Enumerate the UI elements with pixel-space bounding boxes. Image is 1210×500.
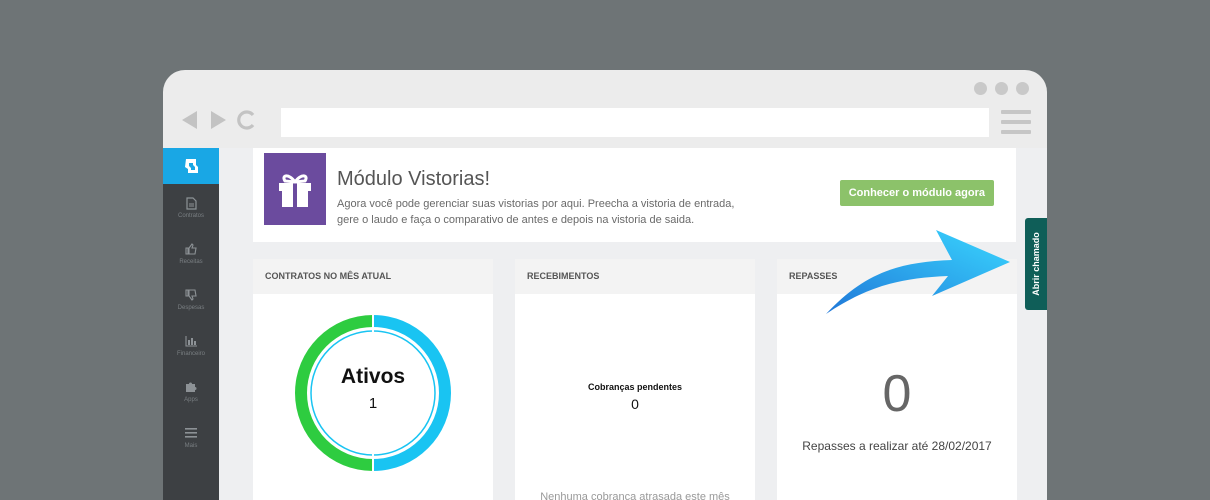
window-controls bbox=[974, 82, 1029, 95]
forward-icon[interactable] bbox=[209, 110, 227, 130]
address-bar[interactable] bbox=[281, 108, 989, 137]
puzzle-icon bbox=[184, 380, 198, 394]
thumbs-down-icon bbox=[184, 288, 198, 302]
sidebar-item-mais[interactable]: Mais bbox=[163, 426, 219, 460]
window-dot[interactable] bbox=[1016, 82, 1029, 95]
contracts-card: CONTRATOS NO MÊS ATUAL Ativos 1 bbox=[253, 259, 493, 500]
gift-icon bbox=[264, 153, 326, 225]
sidebar-item-label: Financeiro bbox=[176, 351, 205, 357]
open-ticket-tab[interactable]: Abrir chamado bbox=[1025, 218, 1047, 310]
sidebar-item-receitas[interactable]: Receitas bbox=[163, 242, 219, 276]
browser-nav bbox=[181, 110, 257, 130]
contracts-donut-chart: Ativos 1 bbox=[295, 315, 451, 471]
donut-label: Ativos bbox=[340, 365, 406, 388]
window-dot[interactable] bbox=[974, 82, 987, 95]
sidebar-item-apps[interactable]: Apps bbox=[163, 380, 219, 414]
pointer-arrow bbox=[826, 230, 1010, 314]
sidebar-item-label: Contratos bbox=[177, 213, 204, 219]
pending-charges-value: 0 bbox=[631, 396, 639, 412]
thumbs-up-icon bbox=[184, 242, 198, 256]
pending-charges-label: Cobranças pendentes bbox=[587, 382, 683, 392]
sidebar-item-label: Receitas bbox=[179, 259, 203, 265]
sidebar-item-label: Despesas bbox=[177, 305, 205, 311]
open-ticket-label: Abrir chamado bbox=[1031, 232, 1041, 296]
bar-chart-icon bbox=[184, 334, 198, 348]
browser-menu-icon[interactable] bbox=[1001, 110, 1031, 134]
sidebar-item-label: Mais bbox=[184, 443, 198, 449]
sidebar-item-label: Apps bbox=[184, 397, 198, 403]
overdue-message: Nenhuma cobrança atrasada este mês bbox=[540, 491, 730, 500]
sidebar-item-despesas[interactable]: Despesas bbox=[163, 288, 219, 322]
card-title: RECEBIMENTOS bbox=[515, 259, 755, 294]
window-dot[interactable] bbox=[995, 82, 1008, 95]
menu-icon bbox=[184, 426, 198, 440]
receipts-card: RECEBIMENTOS Cobranças pendentes 0 Nenhu… bbox=[515, 259, 755, 500]
document-icon bbox=[184, 196, 198, 210]
sidebar: Contratos Receitas Despesas Financeiro A… bbox=[163, 148, 219, 500]
card-title: CONTRATOS NO MÊS ATUAL bbox=[253, 259, 493, 294]
donut-value: 1 bbox=[368, 395, 378, 412]
reload-icon[interactable] bbox=[237, 110, 257, 130]
sidebar-item-financeiro[interactable]: Financeiro bbox=[163, 334, 219, 368]
transfers-label: Repasses a realizar até 28/02/2017 bbox=[802, 439, 992, 453]
banner-text: Agora você pode gerenciar suas vistorias… bbox=[337, 198, 735, 226]
transfers-value: 0 bbox=[882, 365, 912, 423]
back-icon[interactable] bbox=[181, 110, 199, 130]
logo-icon bbox=[185, 159, 198, 173]
banner-title: Módulo Vistorias! bbox=[337, 168, 491, 190]
know-module-button[interactable]: Conhecer o módulo agora bbox=[839, 180, 994, 206]
sidebar-item-contratos[interactable]: Contratos bbox=[163, 196, 219, 230]
brand-logo[interactable] bbox=[163, 148, 219, 184]
page-viewport: Contratos Receitas Despesas Financeiro A… bbox=[163, 148, 1047, 500]
